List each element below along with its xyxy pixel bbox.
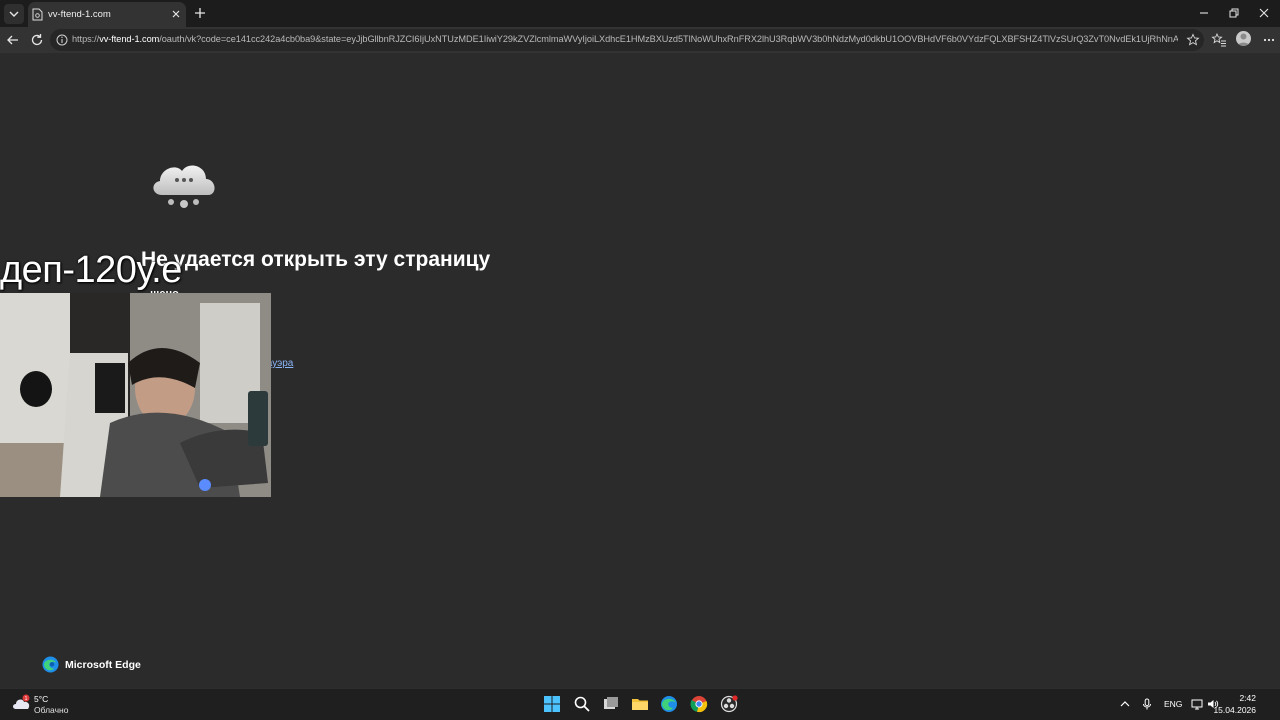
url-text[interactable]: https://vv-ftend-1.com/oauth/vk?code=ce1… xyxy=(72,34,1178,44)
start-button-icon[interactable] xyxy=(543,695,561,713)
weather-description: Облачно xyxy=(34,705,69,715)
url-path: /oauth/vk?code=ce141cc242a4cb0ba9&state=… xyxy=(159,34,1178,44)
webcam-video xyxy=(0,293,271,497)
address-bar[interactable]: https://vv-ftend-1.com/oauth/vk?code=ce1… xyxy=(50,29,1204,51)
tab-title: vv-ftend-1.com xyxy=(48,9,111,20)
more-options-icon[interactable] xyxy=(1261,32,1277,48)
cloud-error-icon xyxy=(153,165,215,208)
task-view-icon[interactable] xyxy=(602,695,620,713)
clock-date: 15.04.2026 xyxy=(1213,705,1256,715)
weather-badge: 1 xyxy=(25,696,28,702)
page-icon xyxy=(32,8,43,21)
close-window-icon[interactable] xyxy=(1257,6,1271,20)
clock-time: 2:42 xyxy=(1239,693,1256,703)
url-scheme: https:// xyxy=(72,34,100,44)
error-title: Не удается открыть эту страницу xyxy=(141,248,491,271)
page-content: Не удается открыть эту страницу ...шено.… xyxy=(0,53,1280,688)
url-host: vv-ftend-1.com xyxy=(99,34,160,44)
chrome-icon[interactable] xyxy=(690,695,708,713)
favorites-icon[interactable] xyxy=(1211,32,1227,48)
edge-brand-name: Microsoft Edge xyxy=(65,659,141,671)
new-tab-icon[interactable] xyxy=(193,6,207,20)
refresh-icon[interactable] xyxy=(29,32,45,48)
favorite-star-icon[interactable] xyxy=(1186,33,1200,47)
search-icon[interactable] xyxy=(573,695,591,713)
show-hidden-icons-chevron-icon[interactable] xyxy=(1119,698,1131,710)
microphone-icon[interactable] xyxy=(1141,698,1153,710)
close-tab-icon[interactable] xyxy=(169,7,183,21)
edge-taskbar-icon[interactable] xyxy=(660,695,678,713)
minimize-icon[interactable] xyxy=(1197,6,1211,20)
restore-icon[interactable] xyxy=(1227,6,1241,20)
avatar-icon xyxy=(1237,33,1250,46)
stream-overlay-text: деп-120у.е xyxy=(0,249,182,291)
site-info-icon[interactable] xyxy=(56,34,68,46)
webcam-overlay xyxy=(0,293,271,497)
network-icon[interactable] xyxy=(1191,698,1203,710)
obs-icon[interactable] xyxy=(720,695,738,713)
file-explorer-icon[interactable] xyxy=(631,695,649,713)
weather-temperature: 5°C xyxy=(34,694,49,704)
tab-actions-menu-button[interactable] xyxy=(4,4,24,24)
chevron-down-icon xyxy=(9,11,19,17)
cloudy-weather-icon: 1 xyxy=(13,694,30,709)
tab-strip: vv-ftend-1.com xyxy=(0,0,1280,27)
back-icon[interactable] xyxy=(5,32,21,48)
profile-avatar[interactable] xyxy=(1236,31,1251,46)
edge-logo-icon xyxy=(42,656,59,673)
input-language[interactable]: ENG xyxy=(1164,699,1182,709)
active-tab[interactable]: vv-ftend-1.com xyxy=(28,2,186,27)
windows-taskbar: 1 5°C Облачно ENG 2:42 15.04.2026 xyxy=(0,688,1280,720)
navigation-toolbar: https://vv-ftend-1.com/oauth/vk?code=ce1… xyxy=(0,27,1280,53)
